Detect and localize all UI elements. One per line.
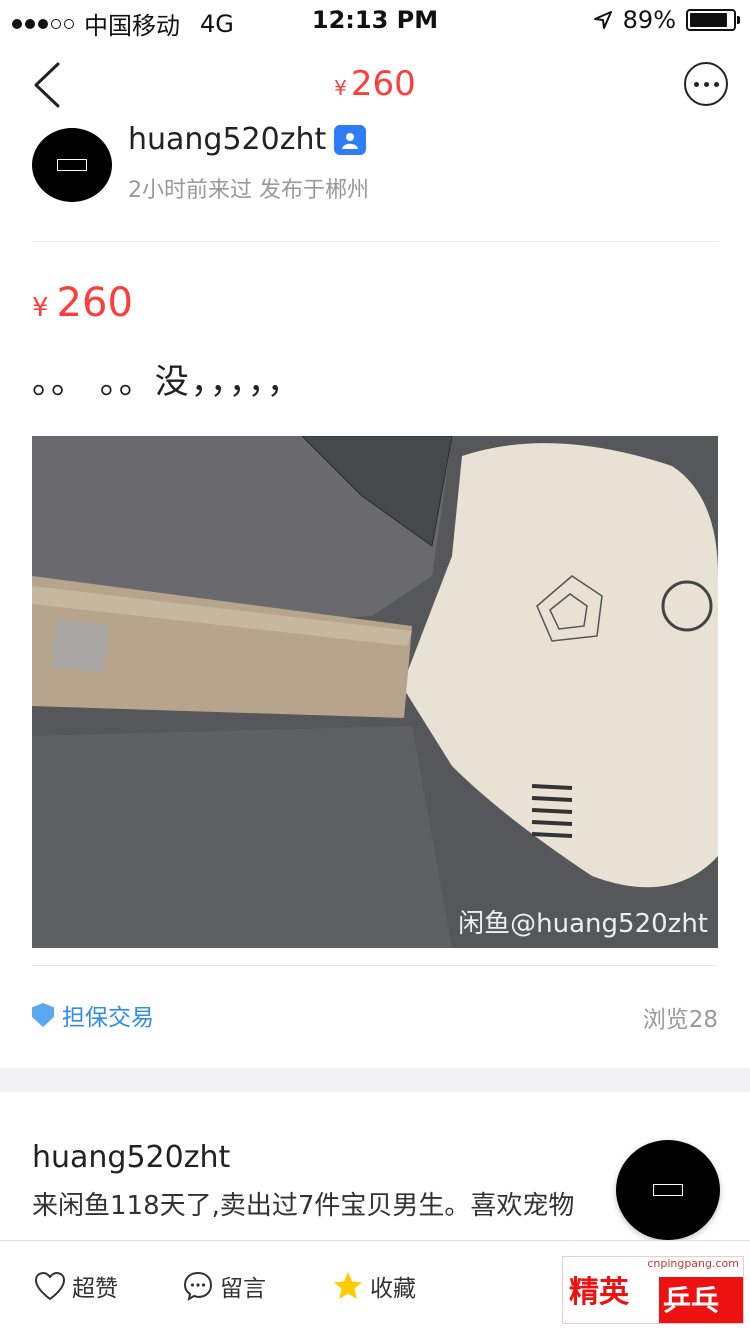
verified-user-icon [334,124,367,155]
battery-icon [686,9,740,31]
ad-logo-right: 乒乓网 [659,1277,743,1323]
item-price: ¥260 [32,280,133,326]
status-bar: 中国移动 4G 12:13 PM 89% [0,0,750,40]
location-arrow-icon [593,11,612,29]
divider [32,965,718,966]
ad-url: cnpingpang.com [647,1257,739,1270]
nav-price-value: 260 [350,64,416,104]
divider [32,241,718,242]
seller-avatar[interactable] [32,128,112,202]
photo-watermark: 闲鱼@huang520zht [458,909,708,939]
chat-bubble-icon [183,1271,213,1302]
item-price-value: 260 [56,280,133,326]
section-separator [0,1068,750,1092]
bio-seller-name: huang520zht [32,1140,231,1175]
ad-logo-left: 精英 [569,1275,629,1310]
comment-label: 留言 [220,1276,266,1302]
favorite-label: 收藏 [370,1276,416,1302]
more-options-button[interactable] [684,62,728,106]
site-logo-watermark: cnpingpang.com 精英 乒乓网 [562,1256,744,1324]
like-button[interactable]: 超赞 [34,1269,118,1303]
favorite-button[interactable]: 收藏 [332,1269,416,1303]
seller-header[interactable]: huang520zht 2小时前来过 发布于郴州 [32,122,722,208]
status-right: 89% [593,6,740,34]
seller-meta: 2小时前来过 发布于郴州 [128,178,369,203]
guarantee-link[interactable]: 担保交易 [32,998,154,1032]
trust-row: 担保交易 浏览28 [32,998,718,1038]
seller-name[interactable]: huang520zht [128,122,326,157]
guarantee-label: 担保交易 [62,1005,154,1031]
view-count: 浏览28 [642,1007,718,1033]
star-icon [334,1272,362,1299]
battery-level [690,13,728,27]
product-photo[interactable]: 闲鱼@huang520zht [32,436,718,948]
comment-button[interactable]: 留言 [182,1269,266,1303]
seller-name-row: huang520zht [128,122,367,157]
table-tennis-blade-image [32,436,718,948]
nav-bar: ¥260 [0,40,750,130]
nav-currency: ¥ [334,76,347,100]
item-currency: ¥ [32,293,49,323]
avatar-logo-icon [653,1184,683,1196]
like-label: 超赞 [72,1276,118,1302]
item-description: 。。 。。没，，，，， [32,362,303,402]
avatar-logo-icon [57,159,87,171]
shield-icon [32,1003,54,1027]
battery-percent: 89% [622,6,676,34]
nav-price: ¥260 [0,64,750,104]
heart-icon [34,1271,66,1301]
floating-seller-avatar[interactable] [616,1140,720,1240]
bio-text: 来闲鱼118天了,卖出过7件宝贝男生。喜欢宠物 [32,1191,575,1221]
